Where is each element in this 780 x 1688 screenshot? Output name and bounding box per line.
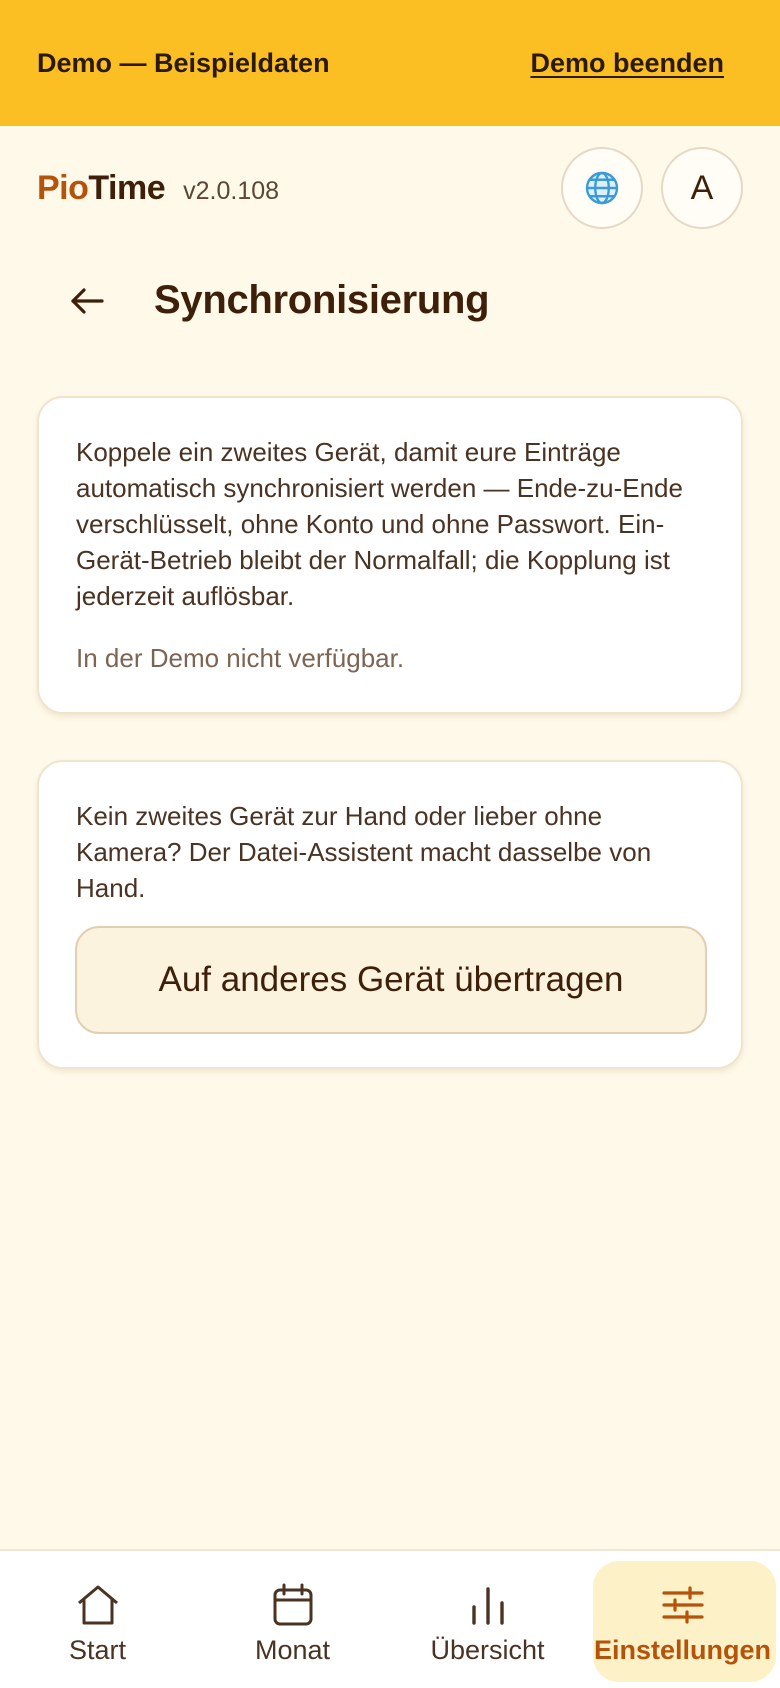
nav-item-start[interactable]: Start (0, 1551, 195, 1688)
nav-item-monat[interactable]: Monat (195, 1551, 390, 1688)
bar-chart-icon (471, 1587, 504, 1625)
bottom-navigation: Start Monat Übersicht Einstellungen (0, 1549, 780, 1688)
nav-label-uebersicht: Übersicht (430, 1635, 545, 1665)
page-header: Synchronisierung (0, 250, 780, 354)
nav-label-einstellungen: Einstellungen (593, 1635, 772, 1665)
file-assistant-card: Kein zweites Gerät zur Hand oder lieber … (37, 760, 743, 1069)
sliders-icon (661, 1586, 704, 1624)
header-actions: A (561, 147, 743, 229)
page-title: Synchronisierung (154, 278, 490, 322)
file-assistant-description: Kein zweites Gerät zur Hand oder lieber … (76, 801, 652, 903)
demo-banner-text: Demo — Beispieldaten (37, 47, 330, 78)
nav-label-monat: Monat (254, 1635, 331, 1665)
app-version: v2.0.108 (183, 176, 280, 205)
language-button[interactable] (561, 147, 643, 229)
end-demo-link[interactable]: Demo beenden (530, 48, 724, 79)
demo-banner: Demo — Beispieldaten Demo beenden (0, 0, 780, 126)
account-avatar-button[interactable]: A (661, 147, 743, 229)
nav-item-uebersicht[interactable]: Übersicht (390, 1551, 585, 1688)
device-pairing-card: Koppele ein zweites Gerät, damit eure Ei… (37, 396, 743, 714)
transfer-to-other-device-button[interactable]: Auf anderes Gerät übertragen (75, 926, 707, 1034)
logo-part-time: Time (88, 168, 166, 207)
home-icon (77, 1585, 118, 1625)
nav-item-einstellungen[interactable]: Einstellungen (585, 1551, 780, 1688)
app-header: PioTime v2.0.108 A (0, 126, 780, 250)
nav-label-start: Start (68, 1635, 127, 1665)
demo-unavailable-note: In der Demo nicht verfügbar. (76, 643, 405, 673)
calendar-icon (273, 1583, 312, 1626)
back-button[interactable] (62, 274, 112, 328)
globe-icon (585, 171, 619, 205)
logo-part-pio: Pio (37, 168, 89, 207)
app-logo: PioTime (37, 168, 166, 208)
arrow-left-icon (71, 288, 104, 314)
pairing-description: Koppele ein zweites Gerät, damit eure Ei… (76, 437, 683, 611)
